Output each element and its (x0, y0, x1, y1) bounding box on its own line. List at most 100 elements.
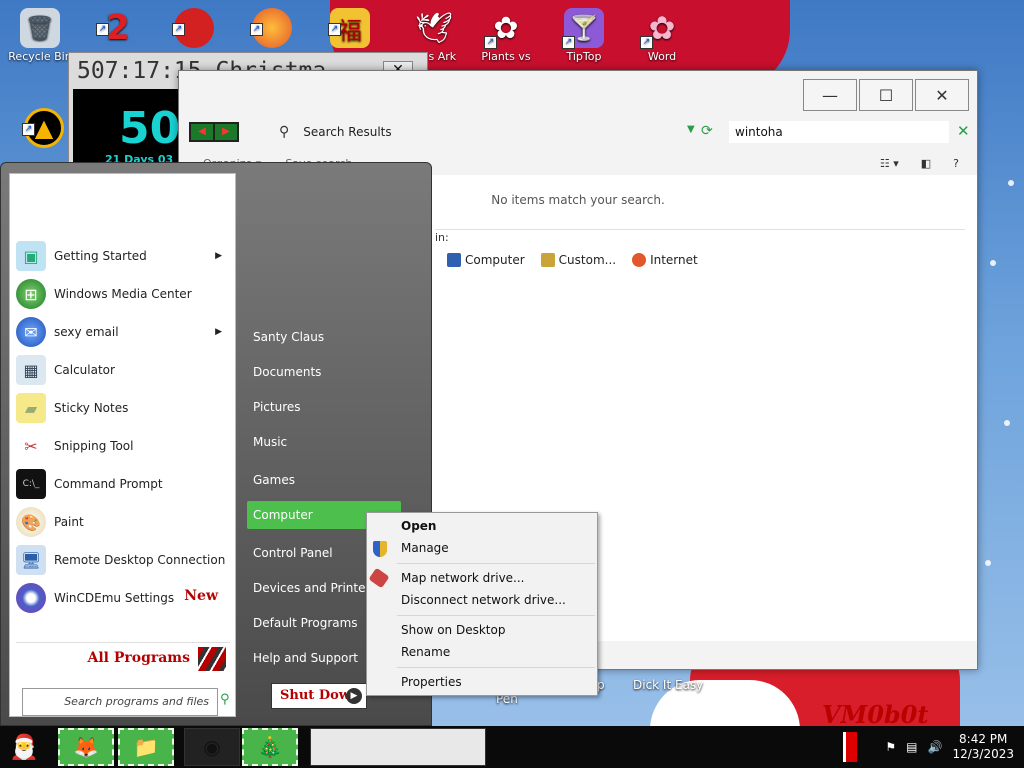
desktop-icon-mahjong[interactable]: 福 ↗ (314, 8, 386, 50)
shortcut-arrow-icon: ↗ (484, 36, 497, 49)
place-computer[interactable]: Computer (447, 253, 525, 267)
program-wincdemu[interactable]: WinCDEmu Settings New (16, 580, 230, 616)
all-programs-button[interactable]: All Programs (16, 642, 230, 672)
menu-item-properties[interactable]: Properties (401, 675, 462, 689)
taskbar-explorer[interactable]: 📁 (118, 728, 174, 766)
shutdown-button[interactable]: Shut Down ▶ (271, 683, 367, 709)
computer-icon (447, 253, 461, 267)
network-drive-icon (368, 567, 390, 589)
desktop-icon-creature[interactable]: ↗ (158, 8, 230, 50)
program-label: WinCDEmu Settings (54, 591, 175, 605)
start-programs-pane: ▣ Getting Started ▶ ⊞ Windows Media Cent… (9, 173, 236, 717)
start-item-games[interactable]: Games (247, 466, 401, 494)
menu-item-manage[interactable]: Manage (401, 541, 449, 555)
media-center-icon: ⊞ (16, 279, 46, 309)
help-icon[interactable]: ? (953, 157, 959, 170)
system-tray: ⚑ ▤ 🔊 8:42 PM 12/3/2023 (843, 726, 1024, 768)
menu-item-disconnect-network-drive[interactable]: Disconnect network drive... (401, 593, 566, 607)
back-button[interactable]: ◀ (191, 124, 213, 140)
clear-search-icon[interactable]: ✕ (957, 122, 970, 140)
menu-item-map-network-drive[interactable]: Map network drive... (401, 571, 525, 585)
program-paint[interactable]: 🎨 Paint (16, 504, 230, 540)
countdown-number: 50 (119, 103, 181, 154)
shortcut-arrow-icon: ↗ (22, 123, 35, 136)
program-command-prompt[interactable]: C:\_ Command Prompt (16, 466, 230, 502)
network-icon[interactable]: ▤ (906, 740, 917, 754)
program-label: sexy email (54, 325, 119, 339)
shortcut-arrow-icon: ↗ (640, 36, 653, 49)
remote-desktop-icon: 🖥 (16, 545, 46, 575)
program-label: Command Prompt (54, 477, 163, 491)
desktop-icon-tiptop[interactable]: 🍸 TipTop ↗ (548, 8, 620, 63)
program-sticky-notes[interactable]: ▰ Sticky Notes (16, 390, 230, 426)
start-button[interactable]: 🎅 (4, 728, 44, 766)
action-center-icon[interactable]: ⚑ (885, 740, 896, 754)
submenu-arrow-icon: ▶ (215, 251, 222, 261)
sticky-notes-icon: ▰ (16, 393, 46, 423)
view-options-icon[interactable]: ☷ ▾ (880, 157, 899, 170)
desktop-icon-label: TipTop (566, 50, 602, 63)
minimize-button[interactable]: — (803, 79, 857, 111)
program-remote-desktop[interactable]: 🖥 Remote Desktop Connection (16, 542, 230, 578)
christmas-tree-icon: 🎄 (257, 735, 283, 759)
program-label: Getting Started (54, 249, 147, 263)
program-snipping-tool[interactable]: ✂ Snipping Tool (16, 428, 230, 464)
search-input[interactable]: wintoha (729, 121, 949, 143)
close-button[interactable]: ✕ (915, 79, 969, 111)
desktop-icon-plants[interactable]: ✿ Plants vs ↗ (470, 8, 542, 64)
taskbar-firefox[interactable]: 🦊 (58, 728, 114, 766)
taskbar-clock[interactable]: 8:42 PM 12/3/2023 (952, 732, 1014, 762)
program-label: Windows Media Center (54, 287, 192, 301)
menu-separator (397, 615, 595, 616)
menu-item-show-on-desktop[interactable]: Show on Desktop (401, 623, 505, 637)
taskbar-chrome[interactable]: ◉ (184, 728, 240, 766)
shortcut-arrow-icon: ↗ (562, 36, 575, 49)
menu-item-rename[interactable]: Rename (401, 645, 450, 659)
address-bar: ◀ ▶ ⚲ Search Results ▼ ⟳ wintoha ✕ (189, 119, 970, 145)
address-dropdown-icon[interactable]: ▼ (687, 124, 695, 135)
program-sexy-email[interactable]: ✉ sexy email ▶ (16, 314, 230, 350)
program-getting-started[interactable]: ▣ Getting Started ▶ (16, 238, 230, 274)
watermark: VM0b0t (822, 700, 929, 729)
window-controls: — ☐ ✕ (803, 79, 969, 111)
desktop-icon-two[interactable]: 2 ↗ (82, 8, 154, 50)
tray-flag-icon (843, 732, 858, 762)
volume-icon[interactable]: 🔊 (928, 740, 943, 754)
start-search-input[interactable]: Search programs and files (22, 688, 218, 716)
preview-pane-icon[interactable]: ◧ (921, 157, 931, 170)
snowflake (990, 260, 996, 266)
desktop-icon-recycle-bin[interactable]: 🗑 Recycle Bin (4, 8, 76, 63)
taskbar: 🎅 🦊 📁 ◉ 🎄 ⚑ ▤ 🔊 8:42 PM 12/3/2023 (0, 726, 1024, 768)
getting-started-icon: ▣ (16, 241, 46, 271)
paint-icon: 🎨 (16, 507, 46, 537)
search-icon: ⚲ (220, 692, 230, 707)
start-item-pictures[interactable]: Pictures (247, 393, 401, 421)
menu-item-open[interactable]: Open (401, 519, 436, 533)
start-item-documents[interactable]: Documents (247, 358, 401, 386)
start-item-santy-claus[interactable]: Santy Claus (247, 323, 401, 351)
submenu-arrow-icon: ▶ (215, 327, 222, 337)
firefox-icon: 🦊 (73, 735, 99, 759)
shortcut-arrow-icon: ↗ (172, 23, 185, 36)
search-again-places: Computer Custom... Internet (447, 253, 698, 267)
firefox-icon (632, 253, 647, 267)
shortcut-arrow-icon: ↗ (250, 23, 263, 36)
place-custom[interactable]: Custom... (540, 253, 616, 267)
desktop-icon-firefox[interactable]: ↗ (236, 8, 308, 50)
forward-button[interactable]: ▶ (215, 124, 237, 140)
shutdown-options-icon[interactable]: ▶ (346, 688, 362, 704)
desktop-icon-dick-it-easy[interactable]: Dick It Easy (633, 678, 703, 692)
breadcrumb[interactable]: Search Results (303, 125, 391, 139)
program-label: Calculator (54, 363, 115, 377)
desktop-icon-label: Plants vs (481, 50, 531, 63)
maximize-button[interactable]: ☐ (859, 79, 913, 111)
taskbar-window-preview[interactable] (310, 728, 486, 766)
start-item-music[interactable]: Music (247, 428, 401, 456)
place-internet[interactable]: Internet (632, 253, 698, 267)
taskbar-tree[interactable]: 🎄 (242, 728, 298, 766)
program-calculator[interactable]: ▦ Calculator (16, 352, 230, 388)
desktop-icon-word[interactable]: ✿ Word ↗ (626, 8, 698, 63)
refresh-icon[interactable]: ⟳ (701, 123, 713, 139)
desktop-icon-label[interactable]: p (597, 678, 605, 692)
program-media-center[interactable]: ⊞ Windows Media Center (16, 276, 230, 312)
